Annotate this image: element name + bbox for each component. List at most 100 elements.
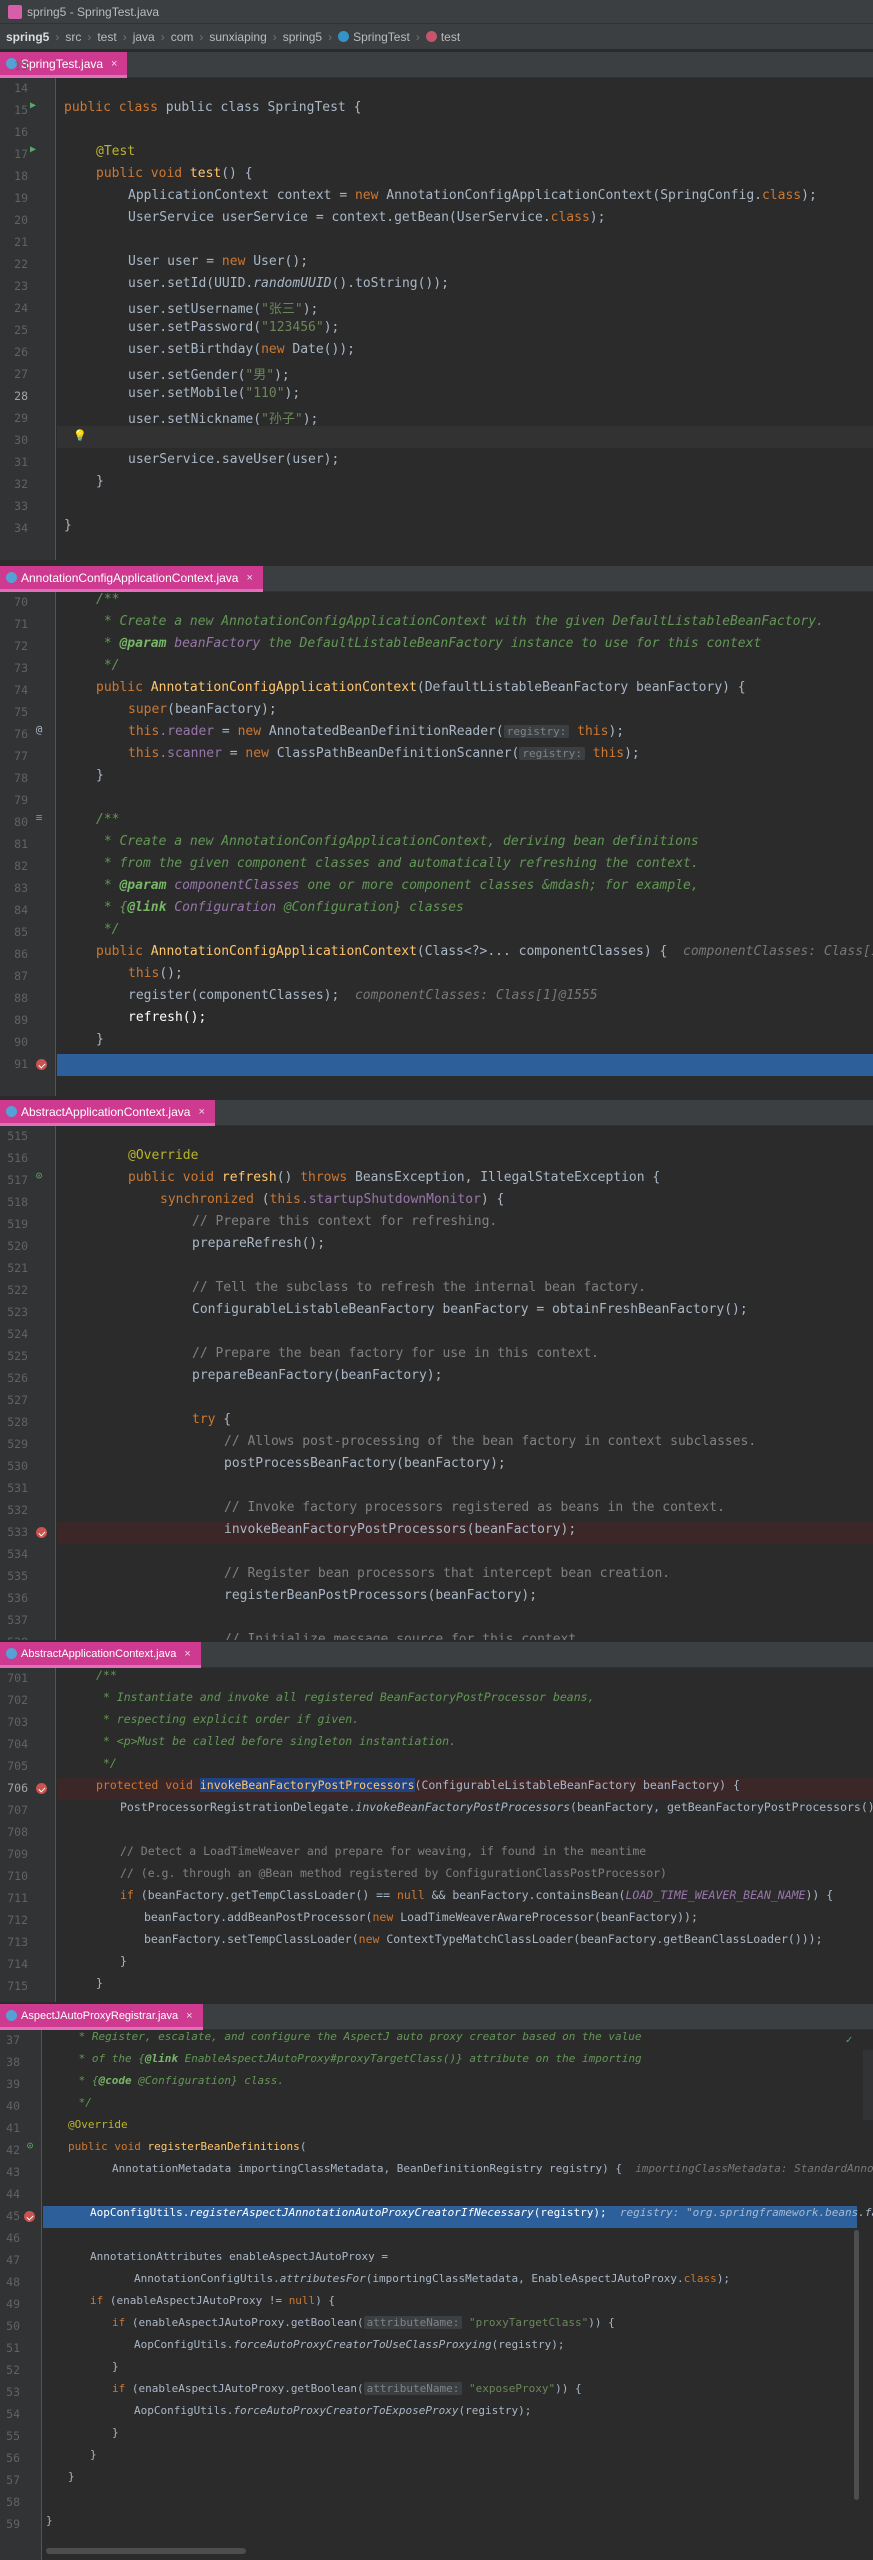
- implements-icon[interactable]: ⊙: [24, 2140, 36, 2152]
- line-number: 538: [0, 1635, 28, 1640]
- close-icon[interactable]: ×: [186, 2010, 192, 2022]
- breadcrumb-src[interactable]: src: [65, 30, 81, 44]
- chevron-right-icon: ›: [199, 29, 204, 44]
- code-line-23: user.setUsername("张三");: [128, 302, 319, 317]
- tab-annotationconfigapplicationcontext-java[interactable]: AnnotationConfigApplicationContext.java ×: [0, 566, 263, 592]
- line-number: 46: [6, 2231, 20, 2245]
- tab-abstractapplicationcontext-java[interactable]: AbstractApplicationContext.java ×: [0, 1100, 215, 1126]
- tab-abstractapplicationcontext-java[interactable]: AbstractApplicationContext.java ×: [0, 1642, 201, 1668]
- editor-tab-bar: AnnotationConfigApplicationContext.java ×: [0, 566, 873, 592]
- code-line-50: if (enableAspectJAutoProxy.getBoolean(at…: [112, 2316, 615, 2329]
- line-number: 91: [14, 1057, 28, 1071]
- line-number: 85: [14, 925, 28, 939]
- breakpoint-icon[interactable]: [36, 1527, 47, 1538]
- close-icon[interactable]: ×: [246, 572, 252, 584]
- line-number: 536: [7, 1591, 28, 1605]
- code-line-535: // Register bean processors that interce…: [224, 1566, 671, 1581]
- implements-icon[interactable]: ⊙: [33, 1170, 45, 1182]
- breadcrumb-method[interactable]: test: [425, 30, 460, 44]
- code-editor[interactable]: 13 14 15 16 17 18 19 20 21 22 23 24 25 26 27 28 29 30 31 32…: [0, 59, 873, 560]
- code-editor[interactable]: 701 702 703 704 705 706 707 708 709 710 711 712 713 7…: [0, 1668, 873, 2002]
- breadcrumb-sunxiaping[interactable]: sunxiaping: [209, 30, 266, 44]
- breadcrumb-project[interactable]: spring5: [6, 30, 49, 44]
- line-number: 41: [6, 2121, 20, 2135]
- line-number: 527: [7, 1393, 28, 1407]
- close-icon[interactable]: ×: [198, 1106, 204, 1118]
- code-line-517: public void refresh() throws BeansExcept…: [128, 1170, 661, 1185]
- navigation-bar: spring5 › src › test › java › com › sunx…: [0, 24, 873, 50]
- inline-debug-value: componentClasses: Class[1]@1555: [683, 944, 873, 959]
- code-line-74: public AnnotationConfigApplicationContex…: [96, 680, 746, 695]
- code-line-19: UserService userService = context.getBea…: [128, 210, 606, 225]
- code-line-41: @Override: [68, 2118, 128, 2131]
- code-line-711: if (beanFactory.getTempClassLoader() == …: [120, 1888, 834, 1902]
- code-editor[interactable]: 70 71 72 73 74 75 76 77 78 79 80 81 82 83 84 85 86 87 88 89…: [0, 592, 873, 1096]
- editor-tab-bar: SpringTest.java ×: [0, 52, 873, 78]
- line-number: 88: [14, 991, 28, 1005]
- code-line-22: user.setId(UUID.randomUUID().toString())…: [128, 276, 449, 291]
- run-test-gutter-icon[interactable]: ▶: [30, 144, 36, 155]
- code-line-85: */: [96, 922, 120, 937]
- code-line-73: */: [96, 658, 120, 673]
- code-line-702: * Instantiate and invoke all registered …: [96, 1690, 595, 1704]
- code-editor[interactable]: 37 38 39 40 41 42 43 44 45 46 47 48 49 50 51 52 53 54 55 56…: [0, 2030, 873, 2560]
- breakpoint-icon[interactable]: [36, 1783, 47, 1794]
- line-number: 34: [14, 521, 28, 535]
- line-number: 37: [6, 2033, 20, 2047]
- line-number: 42: [6, 2143, 20, 2157]
- error-stripe[interactable]: [863, 2050, 873, 2120]
- chevron-right-icon: ›: [160, 29, 165, 44]
- close-icon[interactable]: ×: [111, 58, 117, 70]
- code-line-710: // (e.g. through an @Bean method registe…: [120, 1866, 667, 1880]
- line-number: 704: [7, 1737, 28, 1751]
- breadcrumb-com[interactable]: com: [171, 30, 194, 44]
- code-editor[interactable]: 515 516 517 518 519 520 521 522 523 524 525 526 527 5…: [0, 1126, 873, 1640]
- todo-icon[interactable]: ≡: [33, 812, 45, 824]
- line-number: 31: [14, 455, 28, 469]
- breadcrumb-class[interactable]: SpringTest: [338, 30, 410, 44]
- line-number: 16: [14, 125, 28, 139]
- code-line-45: AopConfigUtils.registerAspectJAnnotation…: [90, 2206, 873, 2219]
- run-test-gutter-icon[interactable]: ▶: [30, 100, 36, 111]
- window-title: spring5 - SpringTest.java: [27, 4, 160, 19]
- line-number: 13: [14, 59, 28, 73]
- checkmark-icon: ✓: [845, 2033, 853, 2046]
- close-icon[interactable]: ×: [184, 1648, 190, 1660]
- editor-pane-annotation-config: AnnotationConfigApplicationContext.java ×…: [0, 566, 873, 1096]
- line-number: 702: [7, 1693, 28, 1707]
- lightbulb-icon[interactable]: 💡: [73, 430, 87, 442]
- code-line-75: super(beanFactory);: [128, 702, 277, 717]
- override-icon[interactable]: @: [33, 724, 45, 736]
- line-number: 74: [14, 683, 28, 697]
- code-line-47: AnnotationAttributes enableAspectJAutoPr…: [90, 2250, 389, 2263]
- line-number: 21: [14, 235, 28, 249]
- code-line-39: * {@code @Configuration} class.: [72, 2074, 284, 2087]
- line-number: 518: [7, 1195, 28, 1209]
- line-number: 52: [6, 2363, 20, 2377]
- code-line-48: AnnotationConfigUtils.attributesFor(impo…: [134, 2272, 731, 2285]
- code-line-89: refresh();: [128, 1010, 207, 1025]
- tab-aspectjautoproxyregistrar-java[interactable]: AspectJAutoProxyRegistrar.java ×: [0, 2004, 203, 2030]
- window-title-bar: spring5 - SpringTest.java: [0, 0, 873, 24]
- breakpoint-icon[interactable]: [24, 2211, 35, 2222]
- line-number: 520: [7, 1239, 28, 1253]
- code-line-522: // Tell the subclass to refresh the inte…: [192, 1280, 646, 1295]
- breadcrumb-spring5[interactable]: spring5: [283, 30, 322, 44]
- line-number: 522: [7, 1283, 28, 1297]
- selected-text: invokeBeanFactoryPostProcessors: [199, 1778, 415, 1792]
- line-number: 534: [7, 1547, 28, 1561]
- breadcrumb-test[interactable]: test: [97, 30, 116, 44]
- line-number: 32: [14, 477, 28, 491]
- vertical-scrollbar[interactable]: [854, 2230, 859, 2500]
- horizontal-scrollbar[interactable]: [46, 2548, 246, 2554]
- breakpoint-icon[interactable]: [36, 1059, 47, 1070]
- breadcrumb-java[interactable]: java: [133, 30, 155, 44]
- line-number: 707: [7, 1803, 28, 1817]
- editor-pane-aspectj-registrar: AspectJAutoProxyRegistrar.java × 37 38 39 40…: [0, 2004, 873, 2560]
- chevron-right-icon: ›: [328, 29, 333, 44]
- line-number: 535: [7, 1569, 28, 1583]
- line-number: 705: [7, 1759, 28, 1773]
- code-line-525: // Prepare the bean factory for use in t…: [192, 1346, 599, 1361]
- line-number: 715: [7, 1979, 28, 1993]
- line-number: 47: [6, 2253, 20, 2267]
